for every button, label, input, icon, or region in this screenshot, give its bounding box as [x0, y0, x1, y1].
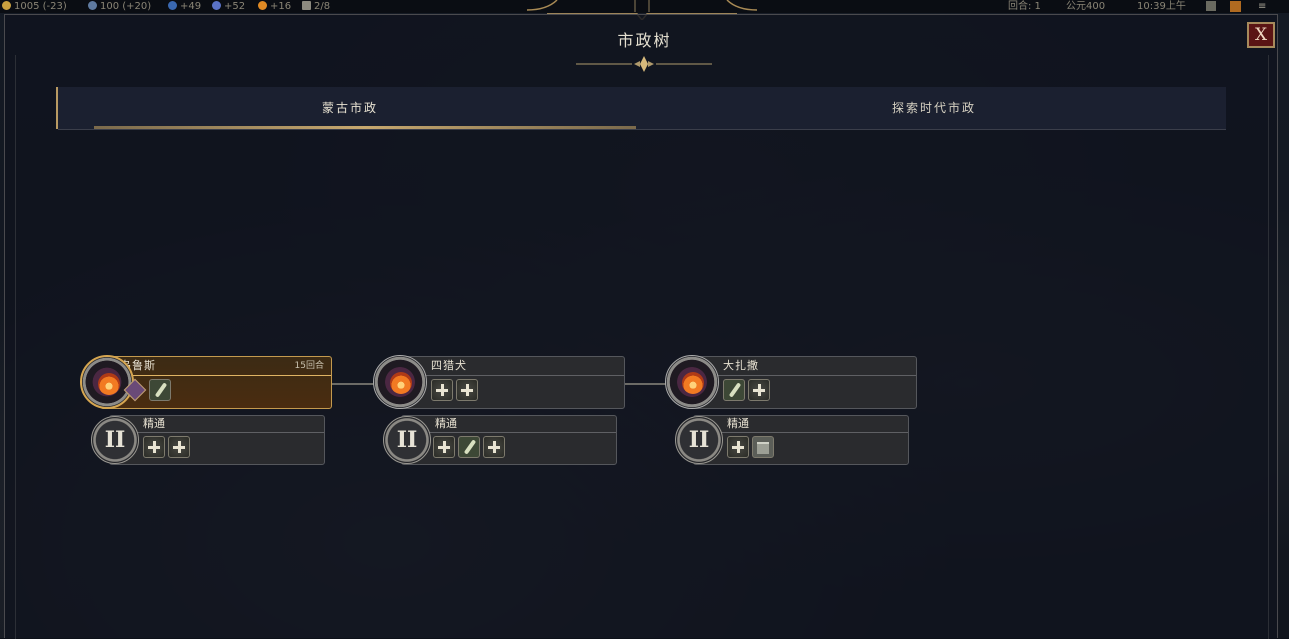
quill-icon[interactable] [723, 379, 745, 401]
mastery-name: 精通 [435, 417, 457, 430]
civic-node-ulus[interactable]: 乌鲁斯 15回合 [80, 355, 332, 411]
building-icon[interactable] [752, 436, 774, 458]
mastery-numeral: II [383, 416, 431, 464]
mastery-name: 精通 [727, 417, 749, 430]
year-display: 公元400 [1066, 1, 1106, 12]
tab-mongol-civics-label: 蒙古市政 [321, 101, 378, 115]
civic-unlocks [431, 379, 481, 403]
settlements-value: 2/8 [314, 1, 331, 12]
plus-icon[interactable] [456, 379, 478, 401]
culture-value: +52 [224, 1, 246, 12]
mastery-name: 精通 [143, 417, 165, 430]
plus-icon[interactable] [727, 436, 749, 458]
plus-icon[interactable] [168, 436, 190, 458]
plus-icon[interactable] [483, 436, 505, 458]
tab-mongol-civics[interactable]: 蒙古市政 [58, 87, 642, 129]
civic-node-four-hounds[interactable]: 四猎犬 [373, 355, 625, 411]
civic-unlocks [723, 379, 773, 403]
science-icon [88, 1, 97, 10]
culture-resource[interactable]: +52 [212, 0, 245, 13]
mastery-unlocks [143, 436, 193, 460]
tree-connector [330, 383, 376, 385]
civic-name: 四猎犬 [431, 359, 467, 372]
science-value: 100 [100, 1, 120, 12]
science-resource[interactable]: 100 (+20) [88, 0, 151, 13]
civic-unlocks [124, 379, 174, 403]
diamond-icon[interactable] [124, 379, 146, 401]
quill-icon[interactable] [458, 436, 480, 458]
civic-card [393, 356, 625, 409]
civic-tab-bar: 蒙古市政 探索时代市政 [58, 87, 1226, 130]
influence-value: +49 [180, 1, 202, 12]
civic-medallion [373, 355, 427, 409]
settlement-icon [302, 1, 311, 10]
mastery-card [109, 415, 325, 465]
plus-icon[interactable] [748, 379, 770, 401]
influence-resource[interactable]: +49 [168, 0, 201, 13]
turn-counter: 回合: 1 [1008, 1, 1041, 12]
civic-node-great-yassa[interactable]: 大扎撒 [665, 355, 917, 411]
settlements-resource[interactable]: 2/8 [302, 0, 330, 13]
title-ornament-icon [576, 56, 712, 72]
mastery-numeral: II [675, 416, 723, 464]
gold-delta: (-23) [42, 1, 67, 12]
flame-icon [98, 373, 120, 395]
close-button[interactable]: X [1247, 22, 1275, 48]
happiness-icon [258, 1, 267, 10]
mastery-node-ulus[interactable]: II 精通 [91, 414, 327, 466]
science-delta: (+20) [122, 1, 152, 12]
tab-exploration-age-civics[interactable]: 探索时代市政 [642, 87, 1226, 129]
menu-icon[interactable]: ≡ [1258, 0, 1266, 13]
gold-icon [2, 1, 11, 10]
notes-icon[interactable] [1230, 1, 1241, 12]
plus-icon[interactable] [431, 379, 453, 401]
active-tab-indicator [94, 126, 636, 129]
civic-header [394, 357, 624, 376]
plus-icon[interactable] [433, 436, 455, 458]
page-title: 市政树 [617, 31, 672, 50]
flame-icon [390, 372, 412, 394]
mastery-numeral: II [91, 416, 139, 464]
influence-icon [168, 1, 177, 10]
mastery-unlocks [727, 436, 777, 460]
culture-icon [212, 1, 221, 10]
panel-inner-frame [15, 55, 1269, 639]
plus-icon[interactable] [143, 436, 165, 458]
map-icon[interactable] [1206, 1, 1216, 11]
mastery-unlocks [433, 436, 508, 460]
civic-medallion [665, 355, 719, 409]
tab-exploration-age-civics-label: 探索时代市政 [891, 101, 976, 115]
gold-resource[interactable]: 1005 (-23) [2, 0, 67, 13]
civic-header [686, 357, 916, 376]
mastery-node-four-hounds[interactable]: II 精通 [383, 414, 619, 466]
gold-value: 1005 [14, 1, 40, 12]
mastery-card [693, 415, 909, 465]
clock-display: 10:39上午 [1137, 1, 1186, 12]
mastery-node-great-yassa[interactable]: II 精通 [675, 414, 911, 466]
quill-icon[interactable] [149, 379, 171, 401]
flame-icon [682, 372, 704, 394]
civic-turns: 15回合 [294, 361, 324, 371]
tree-connector [623, 383, 669, 385]
happiness-resource[interactable]: +16 [258, 0, 291, 13]
civic-name: 大扎撒 [723, 359, 759, 372]
happiness-value: +16 [270, 1, 292, 12]
civic-card [685, 356, 917, 409]
